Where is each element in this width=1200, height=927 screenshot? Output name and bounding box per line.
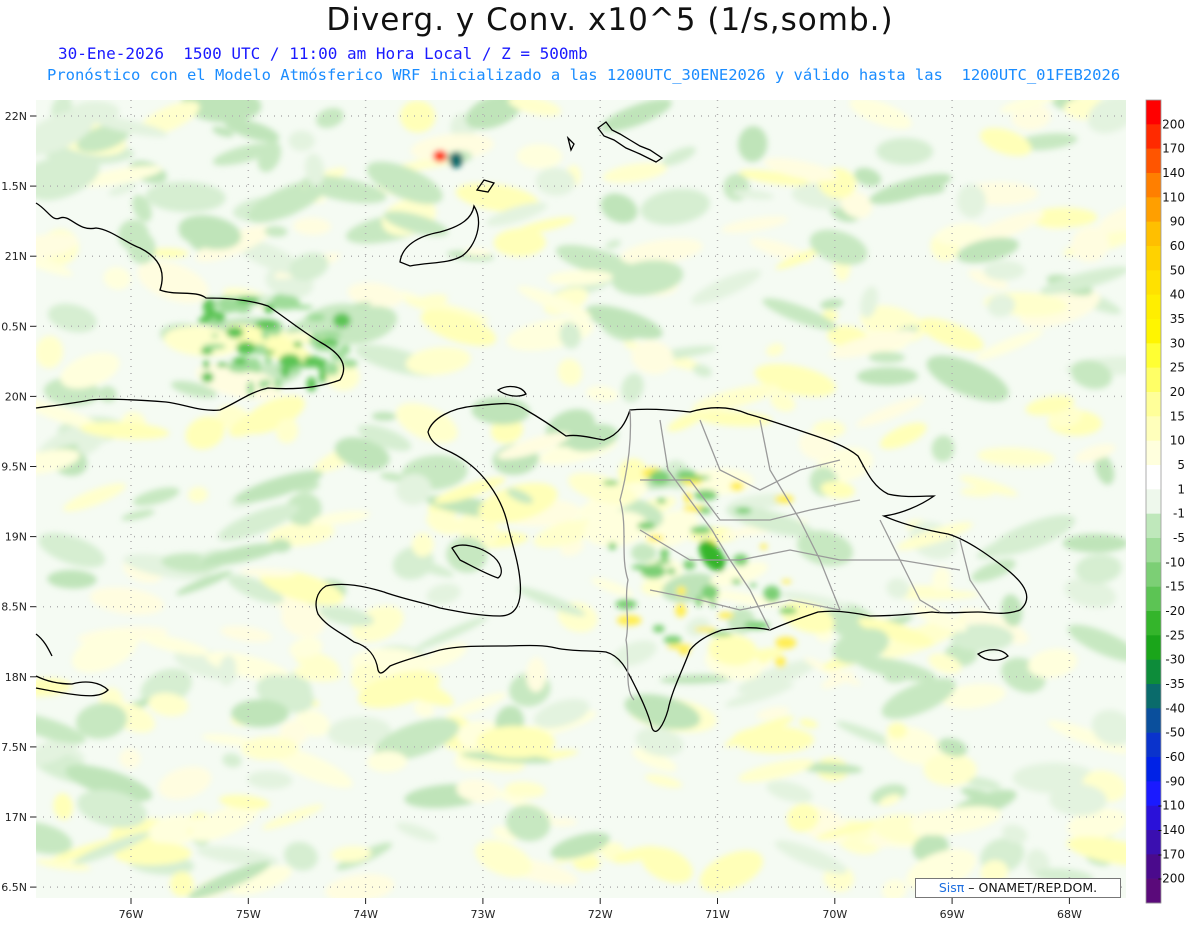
colorbar-swatch — [1146, 100, 1161, 125]
colorbar-swatch — [1146, 294, 1161, 320]
colorbar-label: -30 — [1165, 653, 1185, 667]
colorbar-swatch — [1146, 611, 1161, 636]
colorbar-label: -90 — [1165, 774, 1185, 788]
lat-label: 0.5N — [1, 320, 27, 333]
colorbar-swatch — [1146, 562, 1161, 587]
colorbar-label: 90 — [1170, 215, 1185, 229]
colorbar-swatch — [1146, 221, 1161, 247]
colorbar-label: -5 — [1173, 531, 1185, 545]
lon-label: 70W — [822, 908, 847, 921]
colorbar-swatch — [1146, 124, 1161, 149]
lat-label: 20N — [5, 390, 27, 403]
colorbar-swatch — [1146, 513, 1161, 539]
colorbar-label: 10 — [1170, 434, 1185, 448]
colorbar-label: -35 — [1165, 677, 1185, 691]
colorbar-label: 40 — [1170, 288, 1185, 302]
colorbar-swatch — [1146, 343, 1161, 368]
lat-label: 17N — [5, 811, 27, 824]
colorbar-swatch — [1146, 197, 1161, 222]
lon-label: 74W — [353, 908, 378, 921]
colorbar-label: -10 — [1165, 555, 1185, 569]
colorbar-label: -50 — [1165, 726, 1185, 740]
lon-label: 71W — [705, 908, 730, 921]
sispi-logo: Sisπ — [938, 880, 965, 895]
colorbar-label: 15 — [1170, 409, 1185, 423]
latitude-labels: 22N 1.5N 21N 0.5N 20N 9.5N 19N 8.5N 18N 7.5N 17N 6.… — [1, 110, 27, 894]
colorbar-label: 35 — [1170, 312, 1185, 326]
colorbar-label: -60 — [1165, 750, 1185, 764]
lat-label: 21N — [5, 250, 27, 263]
colorbar-label: -25 — [1165, 628, 1185, 642]
colorbar-label: 140 — [1162, 166, 1185, 180]
lat-label: 1.5N — [1, 180, 27, 193]
lon-label: 69W — [940, 908, 965, 921]
colorbar-swatch — [1146, 732, 1161, 758]
colorbar-label: -140 — [1158, 823, 1185, 837]
lat-label: 18N — [5, 671, 27, 684]
colorbar-label: -15 — [1165, 580, 1185, 594]
colorbar-swatch — [1146, 440, 1161, 466]
colorbar-swatch — [1146, 246, 1161, 271]
colorbar-swatch — [1146, 586, 1161, 612]
colorbar-label: 60 — [1170, 239, 1185, 253]
colorbar-swatch — [1146, 416, 1161, 441]
lon-label: 73W — [470, 908, 495, 921]
lat-label: 8.5N — [1, 601, 27, 614]
colorbar-swatch — [1146, 173, 1161, 198]
colorbar-swatch — [1146, 538, 1161, 563]
colorbar-swatch — [1146, 319, 1161, 344]
colorbar-swatch — [1146, 148, 1161, 174]
colorbar-label: -1 — [1173, 507, 1185, 521]
colorbar-swatch — [1146, 684, 1161, 709]
colorbar-swatch — [1146, 367, 1161, 393]
field-layer — [36, 100, 1126, 898]
colorbar-label: -110 — [1158, 799, 1185, 813]
lat-label: 22N — [5, 110, 27, 123]
map-canvas: 22N 1.5N 21N 0.5N 20N 9.5N 19N 8.5N 18N 7.5N 17N 6.… — [1, 99, 1185, 921]
colorbar-label: 1 — [1177, 482, 1185, 496]
colorbar-swatch — [1146, 659, 1161, 685]
colorbar-swatch — [1146, 635, 1161, 660]
colorbar-swatch — [1146, 757, 1161, 782]
colorbar-label: 30 — [1170, 336, 1185, 350]
colorbar-label: 170 — [1162, 142, 1185, 156]
lat-label: 9.5N — [1, 461, 27, 474]
colorbar-label: 110 — [1162, 190, 1185, 204]
colorbar-label: 50 — [1170, 263, 1185, 277]
lon-label: 75W — [236, 908, 261, 921]
lon-label: 68W — [1057, 908, 1082, 921]
colorbar: 200 170 140 110 90 60 50 40 35 30 25 20 15 10 5 1 -1 -5 -1… — [1145, 99, 1185, 904]
credit-text: – ONAMET/REP.DOM. — [964, 880, 1098, 895]
lat-label: 19N — [5, 531, 27, 544]
lat-label: 6.5N — [1, 881, 27, 894]
lon-label: 72W — [588, 908, 613, 921]
colorbar-swatch — [1146, 392, 1161, 417]
lon-label: 76W — [119, 908, 144, 921]
credit-box: Sisπ – ONAMET/REP.DOM. — [915, 878, 1121, 898]
colorbar-label: -170 — [1158, 847, 1185, 861]
colorbar-label: -200 — [1158, 872, 1185, 886]
colorbar-swatch — [1146, 465, 1161, 490]
colorbar-swatch — [1146, 270, 1161, 295]
colorbar-label: 20 — [1170, 385, 1185, 399]
colorbar-label: -40 — [1165, 701, 1185, 715]
colorbar-label: 25 — [1170, 361, 1185, 375]
longitude-labels: 76W 75W 74W 73W 72W 71W 70W 69W 68W — [119, 908, 1082, 921]
colorbar-swatch — [1146, 489, 1161, 514]
colorbar-swatch — [1146, 708, 1161, 733]
lat-label: 7.5N — [1, 741, 27, 754]
colorbar-label: 200 — [1162, 117, 1185, 131]
colorbar-label: -20 — [1165, 604, 1185, 618]
colorbar-label: 5 — [1177, 458, 1185, 472]
